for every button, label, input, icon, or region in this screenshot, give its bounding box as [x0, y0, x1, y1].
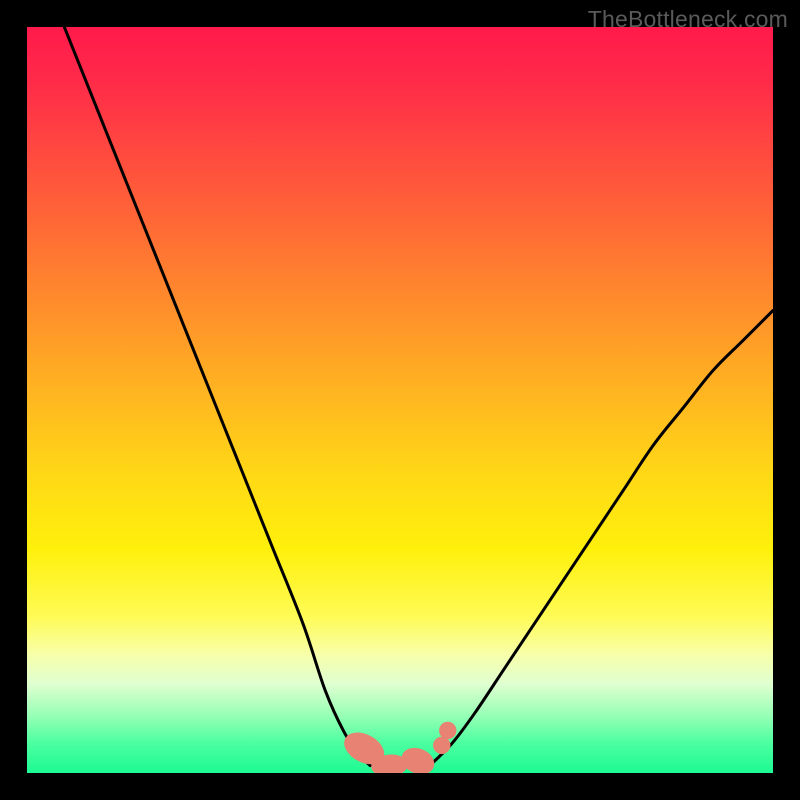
watermark-label: TheBottleneck.com	[588, 6, 788, 33]
series-right-curve	[430, 310, 773, 765]
marker-layer	[339, 722, 456, 773]
series-left-curve	[64, 27, 370, 766]
marker-3	[434, 737, 450, 753]
plot-area	[27, 27, 773, 773]
curve-layer	[64, 27, 773, 766]
curves-svg	[27, 27, 773, 773]
chart-stage: TheBottleneck.com	[0, 0, 800, 800]
marker-4	[440, 722, 456, 738]
